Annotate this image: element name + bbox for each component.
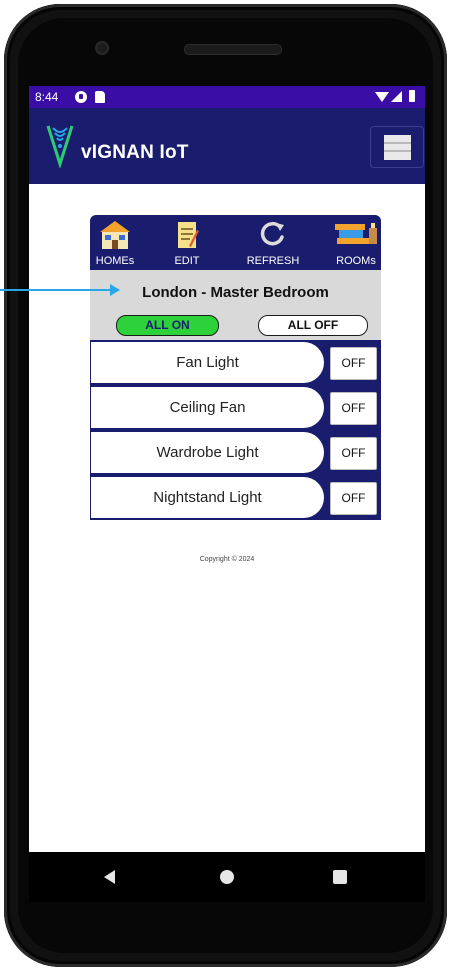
room-header: London - Master Bedroom ALL ON ALL OFF [90, 270, 381, 340]
wifi-icon [375, 92, 389, 102]
sd-card-icon [95, 91, 105, 103]
all-on-button[interactable]: ALL ON [116, 315, 219, 336]
device-toggle-button[interactable]: OFF [330, 392, 377, 425]
device-name: Ceiling Fan [91, 387, 324, 428]
recent-apps-icon[interactable] [333, 870, 347, 884]
device-row: Nightstand Light OFF [90, 475, 381, 520]
device-toggle-button[interactable]: OFF [330, 347, 377, 380]
annotation-arrow-line [0, 289, 112, 291]
rooms-button[interactable]: ROOMs [331, 215, 381, 270]
logo-icon [46, 125, 74, 168]
room-title: London - Master Bedroom [142, 284, 329, 301]
device-name: Wardrobe Light [91, 432, 324, 473]
device-row: Wardrobe Light OFF [90, 430, 381, 475]
device-row: Fan Light OFF [90, 340, 381, 385]
copyright-text: Copyright © 2024 [199, 556, 255, 563]
all-off-button[interactable]: ALL OFF [258, 315, 368, 336]
room-panel: HOMEs EDIT REFRESH ROOMs London - Master… [90, 215, 381, 526]
device-name: Nightstand Light [91, 477, 324, 518]
system-nav-bar [29, 852, 425, 902]
home-icon[interactable] [220, 870, 234, 884]
device-row: Ceiling Fan OFF [90, 385, 381, 430]
app-title: vIGNAN IoT [81, 142, 189, 163]
edit-label: EDIT [174, 255, 200, 267]
app-screen: 8:44 vIGNAN IoT HOMEs EDIT REFRESH ROOMs… [29, 86, 425, 852]
rooms-icon [335, 223, 377, 244]
houses-icon [100, 221, 130, 249]
status-time: 8:44 [35, 90, 59, 104]
battery-icon [409, 90, 415, 102]
notification-icon [75, 91, 87, 103]
menu-icon [384, 135, 411, 160]
app-bar: vIGNAN IoT [29, 108, 425, 184]
menu-button[interactable] [370, 126, 424, 168]
back-icon[interactable] [104, 870, 115, 884]
refresh-button[interactable]: REFRESH [240, 215, 306, 270]
refresh-label: REFRESH [246, 255, 300, 267]
refresh-icon [260, 221, 284, 246]
homes-label: HOMEs [95, 255, 135, 267]
status-bar: 8:44 [29, 86, 425, 108]
edit-button[interactable]: EDIT [162, 215, 212, 270]
device-name: Fan Light [91, 342, 324, 383]
edit-icon [178, 222, 199, 248]
homes-button[interactable]: HOMEs [90, 215, 140, 270]
earpiece-speaker [184, 44, 282, 55]
device-toggle-button[interactable]: OFF [330, 437, 377, 470]
rooms-label: ROOMs [336, 255, 376, 267]
signal-icon [391, 91, 402, 102]
front-camera [95, 41, 109, 55]
device-toggle-button[interactable]: OFF [330, 482, 377, 515]
annotation-arrow-icon [110, 284, 120, 296]
room-toolbar: HOMEs EDIT REFRESH ROOMs [90, 215, 381, 270]
